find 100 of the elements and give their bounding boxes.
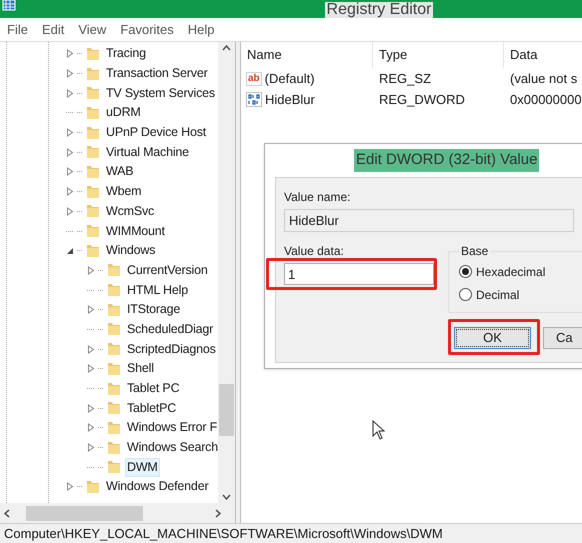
expand-arrow-icon[interactable] (66, 206, 74, 216)
tree-item[interactable]: CurrentVersion (125, 260, 210, 280)
tree-item[interactable]: Windows Search (125, 438, 218, 458)
scroll-up-icon[interactable] (222, 45, 231, 51)
scroll-thumb[interactable] (219, 384, 234, 436)
scroll-left-icon[interactable] (4, 508, 10, 518)
scroll-thumb[interactable] (26, 506, 143, 520)
tree-item[interactable]: Wbem (104, 182, 144, 202)
expand-arrow-icon[interactable] (87, 305, 95, 314)
expand-arrow-icon[interactable] (87, 364, 95, 374)
expand-arrow-icon[interactable] (66, 167, 74, 176)
tree-item[interactable]: uDRM (104, 103, 143, 122)
collapse-arrow-icon[interactable] (66, 246, 74, 256)
tree-item[interactable]: WAB (104, 162, 136, 182)
string-value-icon: ab (246, 72, 262, 86)
tree-item[interactable]: Shell (125, 359, 156, 378)
folder-icon (106, 321, 122, 338)
expand-arrow-icon[interactable] (87, 443, 95, 452)
folder-icon (106, 302, 122, 318)
tree-item[interactable]: Virtual Machine (104, 142, 191, 162)
menu-item[interactable]: File (7, 20, 28, 40)
folder-icon (85, 184, 101, 200)
radio-label[interactable]: Hexadecimal (476, 262, 546, 280)
tree-item[interactable]: Tracing (104, 44, 148, 64)
expand-arrow-icon[interactable] (87, 404, 95, 413)
binary-value-icon (246, 92, 262, 107)
value-name-field[interactable]: HideBlur (284, 209, 574, 232)
expand-arrow-icon[interactable] (66, 187, 74, 196)
scroll-down-icon[interactable] (222, 494, 231, 500)
tree-item[interactable]: Tablet PC (125, 379, 182, 398)
tree-item[interactable]: ScheduledDiagr (125, 320, 216, 339)
folder-icon (85, 46, 101, 62)
tree-item[interactable]: WcmSvc (104, 202, 156, 221)
tree-item[interactable]: Windows Defender (104, 477, 210, 496)
value-type: REG_DWORD (378, 90, 466, 109)
tree-item[interactable]: TabletPC (125, 398, 178, 418)
value-name[interactable]: (Default) (264, 68, 315, 88)
dialog-title: Edit DWORD (32-bit) Value (354, 149, 540, 172)
menu-item[interactable]: Favorites (120, 20, 174, 40)
expand-arrow-icon[interactable] (66, 88, 74, 98)
vertical-scrollbar[interactable] (218, 42, 235, 503)
app-icon (2, 0, 16, 12)
radio-button[interactable] (459, 265, 472, 278)
expand-arrow-icon[interactable] (66, 128, 74, 138)
tree-item[interactable]: UPnP Device Host (104, 123, 208, 142)
tree-item[interactable]: ITStorage (125, 300, 182, 320)
radio-label[interactable]: Decimal (476, 286, 520, 304)
folder-icon (85, 144, 101, 160)
folder-icon (85, 223, 101, 240)
folder-icon (85, 104, 101, 121)
field-label: Value name: (284, 189, 352, 206)
menu-item[interactable]: View (78, 20, 106, 40)
folder-icon (85, 164, 101, 180)
folder-icon (85, 242, 101, 259)
menu-item[interactable]: Help (188, 20, 215, 40)
radio-button[interactable] (459, 288, 472, 301)
tree-item[interactable]: HTML Help (125, 280, 190, 300)
mouse-cursor-icon (372, 420, 386, 440)
folder-icon (106, 360, 122, 377)
expand-arrow-icon[interactable] (87, 266, 95, 275)
value-data: (value not s (509, 70, 578, 88)
field-label: Value data: (284, 243, 345, 260)
menu-item[interactable]: Edit (42, 20, 64, 40)
status-bar: Computer\HKEY_LOCAL_MACHINE\SOFTWARE\Microsoft\Windows\DWM (0, 523, 582, 543)
folder-icon (106, 341, 122, 358)
expand-arrow-icon[interactable] (66, 148, 74, 157)
folder-icon (85, 478, 101, 495)
ok-button[interactable]: OK (454, 327, 531, 349)
value-type: REG_SZ (378, 70, 432, 88)
column-header[interactable]: Data (504, 42, 582, 68)
expand-arrow-icon[interactable] (66, 69, 74, 78)
scroll-right-icon[interactable] (215, 508, 221, 518)
expand-arrow-icon[interactable] (87, 423, 95, 432)
horizontal-scrollbar[interactable] (0, 503, 235, 523)
tree-item[interactable]: Windows Error F (125, 418, 218, 438)
value-data-field[interactable]: 1 (284, 263, 434, 285)
folder-icon (106, 440, 122, 456)
value-data: 0x00000000 (509, 90, 582, 109)
tree-item[interactable]: TV System Services (104, 84, 217, 103)
cancel-button[interactable]: Ca (543, 327, 582, 349)
tree-item[interactable]: ScriptedDiagnos (125, 340, 218, 359)
tree-item[interactable]: Transaction Server (104, 64, 210, 84)
expand-arrow-icon[interactable] (87, 344, 95, 354)
value-name[interactable]: HideBlur (265, 90, 315, 110)
tree-item[interactable]: WIMMount (104, 222, 167, 241)
tree-item[interactable]: Windows (104, 241, 158, 260)
window-title: Registry Editor (324, 2, 434, 18)
folder-icon (85, 203, 101, 220)
column-header[interactable]: Name (241, 42, 373, 68)
expand-arrow-icon[interactable] (66, 482, 74, 492)
expand-arrow-icon[interactable] (66, 49, 74, 58)
folder-icon (85, 124, 101, 141)
folder-icon (106, 400, 122, 416)
column-header[interactable]: Type (373, 42, 504, 68)
group-label: Base (460, 243, 490, 260)
tree-item[interactable]: DWM (125, 458, 160, 477)
folder-icon (106, 380, 122, 397)
folder-icon (106, 262, 122, 278)
folder-icon (106, 282, 122, 298)
folder-icon (85, 85, 101, 102)
